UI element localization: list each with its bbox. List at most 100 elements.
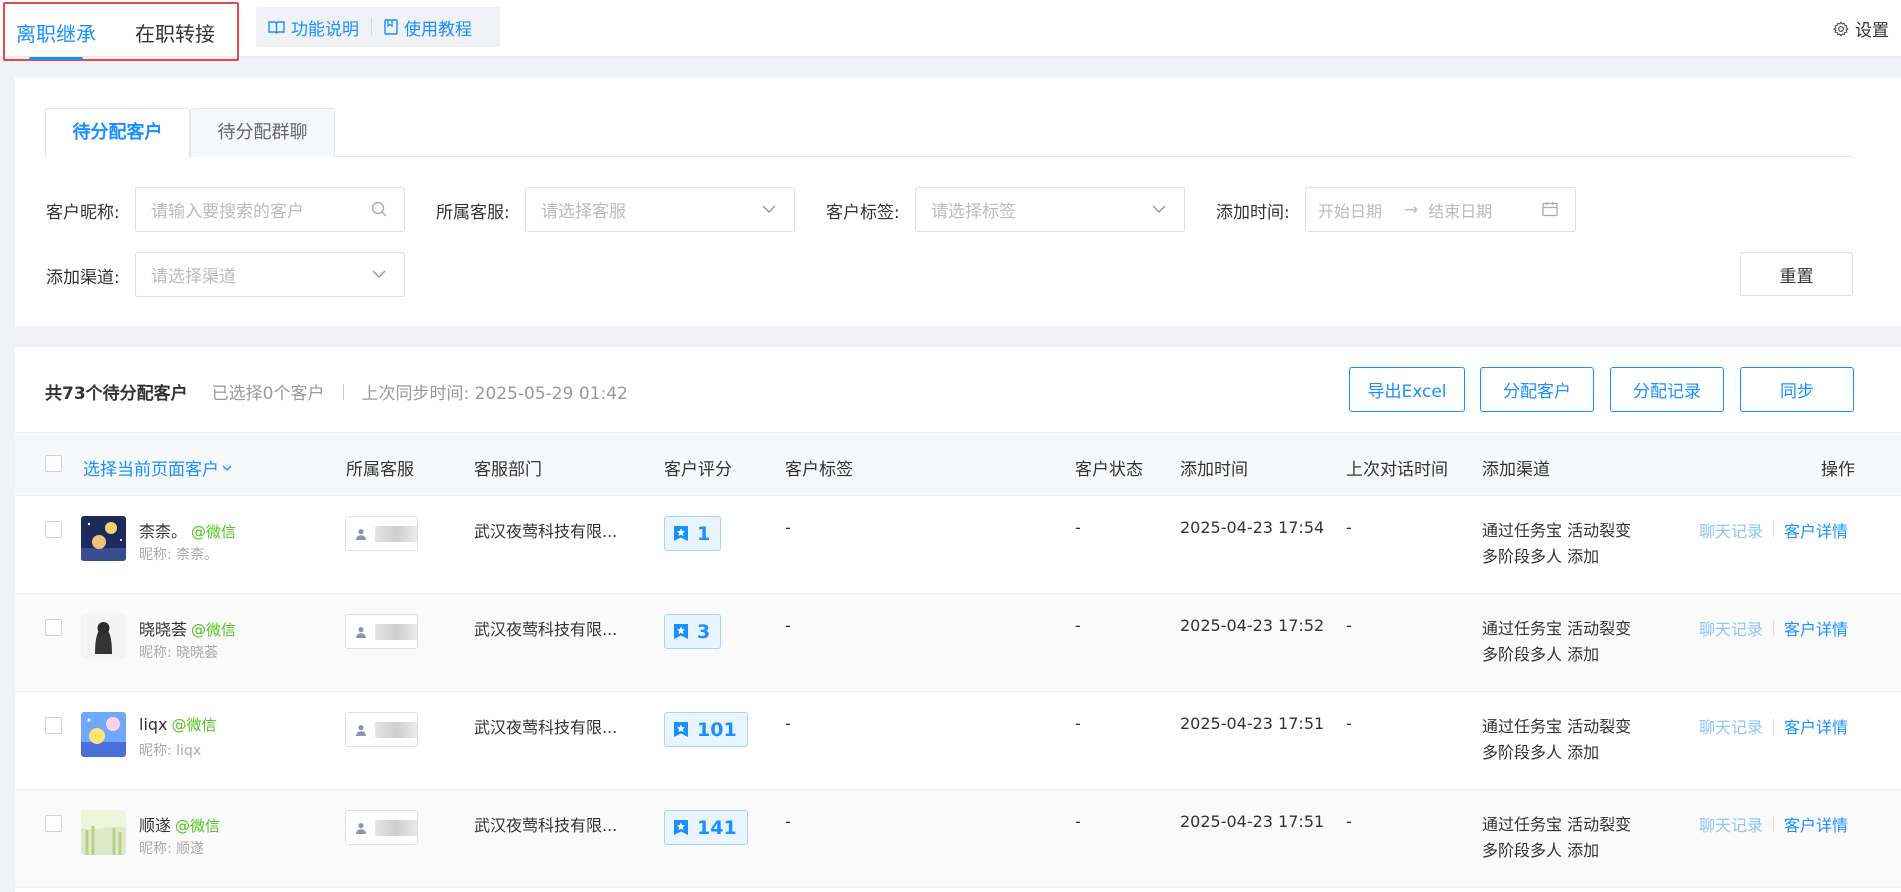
total-count: 共73个待分配客户 [45, 384, 188, 404]
row-actions: 聊天记录 客户详情 [1699, 518, 1848, 542]
staff-select[interactable]: 请选择客服 [525, 187, 795, 232]
channel-cell: 通过任务宝 活动裂变 多阶段多人 添加 [1482, 518, 1642, 570]
chevron-down-icon [222, 465, 232, 471]
staff-tag [345, 516, 418, 551]
search-icon [371, 201, 387, 217]
help-bar: 功能说明 使用教程 [256, 7, 500, 47]
nickname-search-input[interactable]: 请输入要搜索的客户 [135, 187, 405, 232]
add-time-cell: 2025-04-23 17:51 [1180, 812, 1325, 831]
col-score: 客户评分 [664, 460, 732, 480]
table-row: 晓晓荟 @微信 昵称: 晓晓荟 武汉夜莺科技有限... 3 - - 2025-04… [15, 594, 1901, 692]
action-divider [1773, 719, 1775, 733]
assign-customer-button[interactable]: 分配客户 [1480, 367, 1594, 412]
customer-name[interactable]: 晓晓荟 @微信 [139, 616, 236, 640]
last-chat-cell: - [1346, 518, 1352, 537]
mode-tabs: 离职继承 在职转接 [3, 2, 239, 61]
tab-pending-customers[interactable]: 待分配客户 [45, 108, 190, 158]
start-date-placeholder: 开始日期 [1318, 201, 1383, 221]
staff-name-redacted [375, 623, 417, 640]
settings-label: 设置 [1855, 21, 1889, 41]
table-row: 顺遂 @微信 昵称: 顺遂 武汉夜莺科技有限... 141 - - 2025-04… [15, 790, 1901, 888]
tutorial-link[interactable]: 使用教程 [372, 15, 484, 40]
customer-name[interactable]: 顺遂 @微信 [139, 812, 220, 836]
col-add-time: 添加时间 [1180, 460, 1248, 480]
customer-detail-link[interactable]: 客户详情 [1784, 616, 1848, 640]
row-checkbox[interactable] [45, 815, 62, 832]
user-icon [356, 822, 366, 834]
feature-intro-link[interactable]: 功能说明 [256, 15, 371, 40]
star-badge-icon [674, 820, 688, 835]
list-summary: 共73个待分配客户 已选择0个客户 上次同步时间: 2025-05-29 01:… [45, 379, 628, 404]
row-actions: 聊天记录 客户详情 [1699, 714, 1848, 738]
chat-records-link[interactable]: 聊天记录 [1699, 812, 1763, 836]
chat-records-link[interactable]: 聊天记录 [1699, 616, 1763, 640]
assign-records-button[interactable]: 分配记录 [1610, 367, 1724, 412]
customer-detail-link[interactable]: 客户详情 [1784, 518, 1848, 542]
dept-cell: 武汉夜莺科技有限... [474, 718, 618, 737]
reset-button[interactable]: 重置 [1740, 252, 1853, 296]
chat-records-link[interactable]: 聊天记录 [1699, 714, 1763, 738]
col-staff: 所属客服 [346, 460, 414, 480]
select-all-checkbox[interactable] [45, 455, 62, 472]
customer-name-text: 晓晓荟 [139, 620, 188, 639]
star-badge-icon [674, 722, 688, 737]
filter-panel: 待分配客户 待分配群聊 客户昵称: 请输入要搜索的客户 所属客服: 请选择客服 … [15, 78, 1901, 326]
row-checkbox[interactable] [45, 521, 62, 538]
last-chat-cell: - [1346, 616, 1352, 635]
customer-name[interactable]: 柰柰。 @微信 [139, 518, 236, 542]
row-checkbox[interactable] [45, 717, 62, 734]
summary-divider [342, 383, 344, 400]
source-badge: @微信 [175, 817, 221, 835]
tag-label: 客户标签: [826, 203, 900, 223]
export-excel-button[interactable]: 导出Excel [1349, 367, 1465, 412]
table-header: 选择当前页面客户 所属客服 客服部门 客户评分 客户标签 客户状态 添加时间 上… [15, 432, 1901, 496]
row-actions: 聊天记录 客户详情 [1699, 812, 1848, 836]
chat-records-link[interactable]: 聊天记录 [1699, 518, 1763, 542]
channel-cell: 通过任务宝 活动裂变 多阶段多人 添加 [1482, 812, 1642, 864]
table-row: 柰柰。 @微信 昵称: 柰柰。 武汉夜莺科技有限... 1 - - 2025-04… [15, 496, 1901, 594]
select-current-page-dropdown[interactable]: 选择当前页面客户 [83, 455, 233, 480]
customer-nickname: 昵称: liqx [139, 743, 202, 759]
last-sync-time: 上次同步时间: 2025-05-29 01:42 [361, 384, 628, 404]
channel-line-1: 通过任务宝 活动裂变 [1482, 815, 1632, 834]
date-range-picker[interactable]: 开始日期 → 结束日期 [1305, 187, 1576, 232]
channel-label: 添加渠道: [46, 268, 120, 288]
tab-resigned-inherit[interactable]: 离职继承 [16, 18, 96, 60]
score-value: 141 [697, 816, 737, 839]
score-badge: 1 [664, 516, 722, 551]
sync-button[interactable]: 同步 [1740, 367, 1854, 412]
top-bar: 离职继承 在职转接 功能说明 使用教程 设置 [0, 0, 1901, 61]
tag-placeholder: 请选择标签 [931, 202, 1016, 222]
document-icon [384, 19, 398, 35]
tab-onjob-transfer[interactable]: 在职转接 [135, 18, 215, 47]
tag-select[interactable]: 请选择标签 [915, 187, 1185, 232]
channel-cell: 通过任务宝 活动裂变 多阶段多人 添加 [1482, 616, 1642, 668]
channel-line-1: 通过任务宝 活动裂变 [1482, 521, 1632, 540]
dept-cell: 武汉夜莺科技有限... [474, 620, 618, 639]
dept-cell: 武汉夜莺科技有限... [474, 816, 618, 835]
col-tags: 客户标签 [785, 460, 853, 480]
customer-name[interactable]: liqx @微信 [139, 714, 217, 735]
last-chat-cell: - [1346, 714, 1352, 733]
tags-cell: - [785, 714, 791, 733]
user-icon [356, 626, 366, 638]
customer-detail-link[interactable]: 客户详情 [1784, 714, 1848, 738]
source-badge: @微信 [191, 523, 237, 541]
tutorial-label: 使用教程 [404, 19, 472, 40]
col-last-chat: 上次对话时间 [1346, 460, 1448, 480]
avatar [81, 516, 126, 561]
status-cell: - [1075, 812, 1081, 831]
row-checkbox[interactable] [45, 619, 62, 636]
settings-button[interactable]: 设置 [1833, 16, 1889, 41]
star-badge-icon [674, 624, 688, 639]
channel-select[interactable]: 请选择渠道 [135, 252, 405, 297]
staff-label: 所属客服: [436, 203, 510, 223]
customer-detail-link[interactable]: 客户详情 [1784, 812, 1848, 836]
add-time-label: 添加时间: [1216, 203, 1290, 223]
tags-cell: - [785, 616, 791, 635]
staff-name-redacted [375, 721, 417, 738]
tab-pending-groups[interactable]: 待分配群聊 [190, 108, 335, 157]
book-icon [268, 20, 285, 34]
status-cell: - [1075, 714, 1081, 733]
status-cell: - [1075, 616, 1081, 635]
